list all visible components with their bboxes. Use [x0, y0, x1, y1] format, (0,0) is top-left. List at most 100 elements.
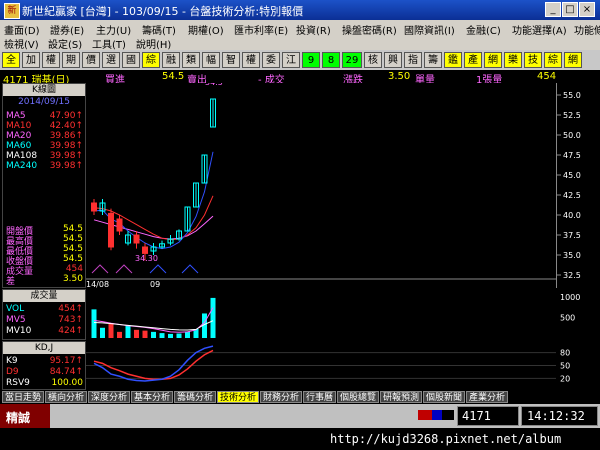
- menu-item-2[interactable]: 主力(U): [96, 22, 131, 37]
- tab-1[interactable]: 橫向分析: [45, 391, 87, 403]
- toolbar-button-14[interactable]: 江: [282, 52, 300, 68]
- ma-label-5: MA240: [6, 161, 38, 171]
- tab-3[interactable]: 基本分析: [131, 391, 173, 403]
- menu-item-4[interactable]: 期權(O): [188, 22, 224, 37]
- tab-0[interactable]: 當日走勢: [2, 391, 44, 403]
- toolbar-button-8[interactable]: 融: [162, 52, 180, 68]
- menu-item-row2-1[interactable]: 設定(S): [48, 36, 82, 51]
- tab-7[interactable]: 行事曆: [303, 391, 336, 403]
- menu-item-7[interactable]: 操盤密碼(R): [342, 22, 397, 37]
- candlestick-chart[interactable]: 54.5 34.30 14/08 09: [86, 83, 556, 288]
- vol-value-0: 454↑: [58, 304, 83, 314]
- toolbar-button-7[interactable]: 綜: [142, 52, 160, 68]
- toolbar-button-1[interactable]: 加: [22, 52, 40, 68]
- kd-chart[interactable]: [86, 341, 556, 390]
- toolbar-button-27[interactable]: 綜: [544, 52, 562, 68]
- y-tick-7: 37.5: [563, 231, 581, 240]
- toolbar-button-15[interactable]: 9: [302, 52, 320, 68]
- toolbar-button-3[interactable]: 期: [62, 52, 80, 68]
- menu-item-row2-3[interactable]: 說明(H): [136, 36, 171, 51]
- toolbar-button-12[interactable]: 權: [242, 52, 260, 68]
- toolbar-button-22[interactable]: 鑑: [444, 52, 462, 68]
- volume-bar-7: [151, 331, 156, 338]
- menu-item-11[interactable]: 功能條件(P): [574, 22, 600, 37]
- volume-panel-header[interactable]: 成交量: [3, 290, 85, 302]
- menu-item-9[interactable]: 金融(C): [466, 22, 501, 37]
- volume-bar-9: [168, 333, 173, 338]
- volume-info-panel: 成交量 VOL 454↑ MV5 743↑ MV10 424↑: [2, 289, 86, 340]
- tab-5[interactable]: 技術分析: [217, 391, 259, 403]
- toolbar-button-17[interactable]: 29: [342, 52, 362, 68]
- toolbar-button-9[interactable]: 類: [182, 52, 200, 68]
- kd-panel-header[interactable]: KD,J: [3, 342, 85, 354]
- ma-label-3: MA60: [6, 141, 32, 151]
- candle-body-2: [108, 212, 114, 248]
- tab-4[interactable]: 籌碼分析: [174, 391, 216, 403]
- toolbar-button-5[interactable]: 選: [102, 52, 120, 68]
- toolbar-button-20[interactable]: 指: [404, 52, 422, 68]
- menu-item-3[interactable]: 籌碼(T): [142, 22, 176, 37]
- toolbar-button-24[interactable]: 網: [484, 52, 502, 68]
- tab-10[interactable]: 個股新聞: [423, 391, 465, 403]
- toolbar-button-28[interactable]: 網: [564, 52, 582, 68]
- tab-2[interactable]: 深度分析: [88, 391, 130, 403]
- toolbar-button-4[interactable]: 價: [82, 52, 100, 68]
- toolbar-button-19[interactable]: 興: [384, 52, 402, 68]
- toolbar-button-26[interactable]: 技: [524, 52, 542, 68]
- price-value-0: 54.5: [62, 224, 83, 234]
- stock-code-input[interactable]: 4171: [457, 406, 519, 426]
- close-button[interactable]: ×: [579, 2, 595, 17]
- kd-tick-1: 50: [560, 362, 570, 371]
- toolbar-button-21[interactable]: 籌: [424, 52, 442, 68]
- price-value-1: 54.5: [62, 234, 83, 244]
- menu-item-6[interactable]: 投資(R): [296, 22, 331, 37]
- status-brand: 精誠: [6, 411, 31, 425]
- kd-value-0: 95.17↑: [49, 356, 83, 366]
- tab-11[interactable]: 產業分析: [466, 391, 508, 403]
- menu-item-1[interactable]: 證券(E): [50, 22, 84, 37]
- vol-value-1: 743↑: [58, 315, 83, 325]
- toolbar-button-16[interactable]: 8: [322, 52, 340, 68]
- maximize-button[interactable]: □: [562, 2, 578, 17]
- vol-tick-0: 1000: [560, 293, 580, 302]
- menu-item-5[interactable]: 匯市利率(E): [234, 22, 288, 37]
- k-panel-header[interactable]: K線圖: [3, 84, 85, 96]
- bottom-url: http://kujd3268.pixnet.net/album: [330, 432, 562, 446]
- kd-tick-0: 80: [560, 349, 570, 358]
- toolbar-button-2[interactable]: 權: [42, 52, 60, 68]
- volume-bar-8: [159, 333, 165, 338]
- kd-info-panel: KD,J K9 95.17↑ D9 84.74↑ RSV9 100.00: [2, 341, 86, 390]
- clock-time: 14:12:32: [527, 409, 585, 423]
- minimize-button[interactable]: _: [545, 2, 561, 17]
- toolbar-button-10[interactable]: 幅: [202, 52, 220, 68]
- stock-code-value: 4171: [462, 409, 491, 423]
- kd-axis: 80 50 20: [560, 349, 570, 384]
- tab-8[interactable]: 個股總覽: [337, 391, 379, 403]
- menu-item-row2-2[interactable]: 工具(T): [92, 36, 126, 51]
- price-axis: 55.0 52.5 50.0 47.5 45.0 42.5 40.0 37.5 35.0 32.5: [556, 83, 581, 288]
- price-value-5: 3.50: [62, 274, 83, 284]
- tab-6[interactable]: 財務分析: [260, 391, 302, 403]
- menu-item-0[interactable]: 畫面(D): [4, 22, 40, 37]
- toolbar-button-18[interactable]: 核: [364, 52, 382, 68]
- y-tick-5: 42.5: [563, 191, 581, 200]
- volume-chart[interactable]: [86, 289, 556, 340]
- volume-bar-0: [91, 309, 97, 338]
- menu-item-10[interactable]: 功能選擇(A): [512, 22, 567, 37]
- toolbar-button-0[interactable]: 全: [2, 52, 20, 68]
- toolbar-button-13[interactable]: 委: [262, 52, 280, 68]
- candle-body-6: [142, 246, 148, 254]
- volume-bar-2: [108, 323, 114, 338]
- tab-9[interactable]: 研報預測: [380, 391, 422, 403]
- menu-item-8[interactable]: 國際資訊(I): [404, 22, 455, 37]
- vol-tick-1: 500: [560, 314, 575, 323]
- menu-item-row2-0[interactable]: 檢視(V): [4, 36, 39, 51]
- y-tick-2: 50.0: [563, 131, 581, 140]
- toolbar-button-6[interactable]: 國: [122, 52, 140, 68]
- toolbar-button-23[interactable]: 產: [464, 52, 482, 68]
- window-title: 新世紀贏家 [台灣] - 103/09/15 - 台盤技術分析:特別報價: [22, 5, 304, 18]
- toolbar-button-25[interactable]: 樂: [504, 52, 522, 68]
- toolbar-button-11[interactable]: 智: [222, 52, 240, 68]
- volume-bar-14: [210, 297, 216, 338]
- low-label: 34.30: [135, 254, 158, 263]
